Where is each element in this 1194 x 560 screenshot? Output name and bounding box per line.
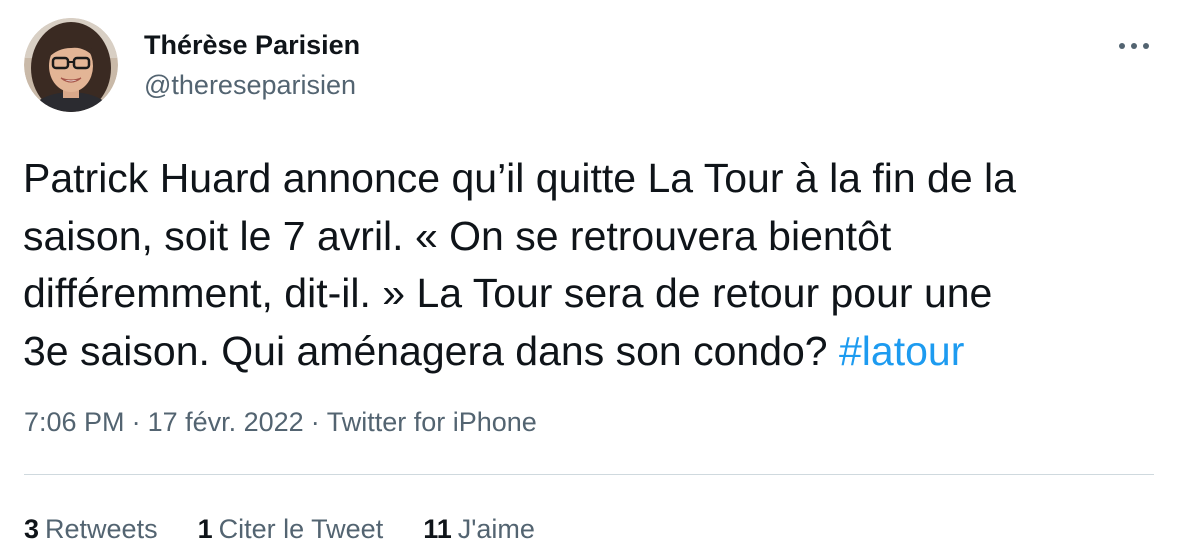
likes-label: J'aime: [457, 514, 535, 544]
hashtag-link[interactable]: #latour: [839, 328, 964, 374]
author-display-name[interactable]: Thérèse Parisien: [144, 28, 360, 62]
quote-tweets-count: 1: [197, 514, 213, 544]
meta-separator: ·: [131, 407, 141, 437]
retweets-count: 3: [24, 514, 40, 544]
author-handle[interactable]: @thereseparisien: [144, 68, 356, 102]
quote-tweets-stat[interactable]: 1 Citer le Tweet: [198, 511, 384, 547]
tweet-meta: 7:06 PM · 17 févr. 2022 · Twitter for iPhone: [24, 404, 537, 440]
quote-tweets-label: Citer le Tweet: [218, 514, 384, 544]
tweet-card: Thérèse Parisien @thereseparisien Patric…: [0, 0, 1194, 560]
tweet-text: Patrick Huard annonce qu’il quitte La To…: [23, 150, 1173, 380]
meta-separator: ·: [310, 407, 320, 437]
more-options-button[interactable]: [1112, 26, 1156, 66]
likes-stat[interactable]: 11 J'aime: [423, 511, 535, 547]
profile-photo-icon: [24, 18, 118, 112]
tweet-text-line: saison, soit le 7 avril. « On se retrouv…: [23, 212, 892, 259]
avatar[interactable]: [24, 18, 118, 112]
tweet-stats: 3 Retweets 1 Citer le Tweet 11 J'aime: [24, 511, 535, 547]
tweet-text-line: Patrick Huard annonce qu’il quitte La To…: [23, 155, 1016, 201]
tweet-date-link[interactable]: 17 févr. 2022: [148, 407, 304, 437]
more-options-icon: [1119, 43, 1149, 49]
tweet-text-last-line: 3e saison. Qui aménagera dans son condo?…: [23, 323, 1173, 381]
retweets-label: Retweets: [45, 514, 158, 544]
retweets-stat[interactable]: 3 Retweets: [24, 511, 158, 547]
tweet-time-link[interactable]: 7:06 PM: [24, 407, 125, 437]
likes-count: 11: [423, 514, 452, 544]
tweet-source-link[interactable]: Twitter for iPhone: [327, 407, 537, 437]
tweet-text-segment: 3e saison. Qui aménagera dans son condo?: [23, 327, 839, 374]
tweet-text-line: différemment, dit-il. » La Tour sera de …: [23, 270, 993, 316]
divider: [24, 474, 1154, 475]
